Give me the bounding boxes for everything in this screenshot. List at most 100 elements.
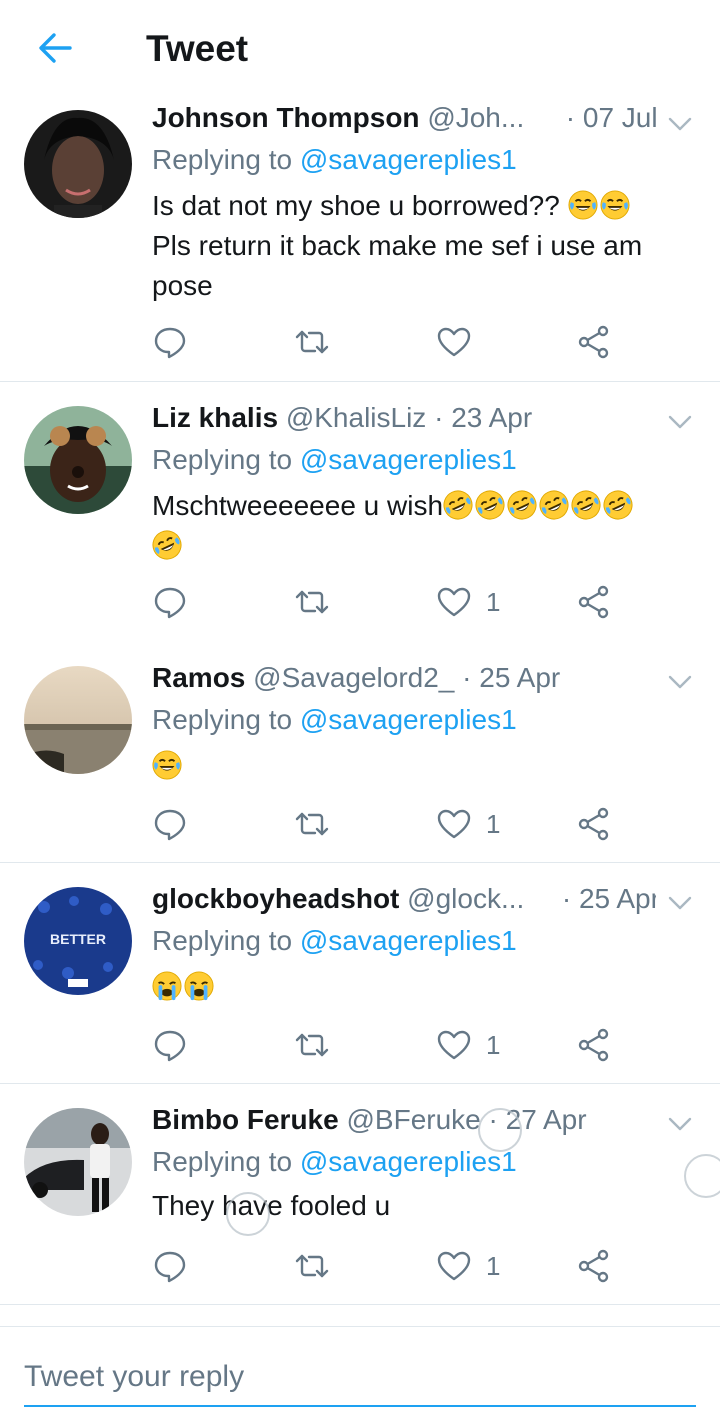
replying-to: Replying to @savagereplies1 — [152, 925, 517, 957]
mention-link[interactable]: @savagereplies1 — [300, 925, 517, 956]
tweet-text-line1: Is dat not my shoe u borrowed?? — [152, 190, 560, 221]
share-icon — [576, 324, 612, 360]
display-name[interactable]: Liz khalis — [152, 402, 278, 433]
reply-icon — [152, 806, 188, 842]
heart-icon — [436, 806, 472, 842]
retweet-button[interactable] — [294, 580, 330, 624]
touch-indicator — [478, 1108, 522, 1152]
avatar[interactable] — [24, 666, 132, 774]
rolling-on-floor-laughing-icon — [443, 490, 473, 520]
display-name[interactable]: glockboyheadshot — [152, 883, 399, 914]
tweet-item[interactable]: Bimbo Feruke @BFeruke · 27 Apr Replying … — [0, 1084, 720, 1305]
avatar[interactable] — [24, 110, 132, 218]
tweet-date: · 25 Apr — [561, 883, 656, 914]
retweet-icon — [294, 806, 330, 842]
like-button[interactable]: 1 — [436, 580, 500, 624]
replying-to: Replying to @savagereplies1 — [152, 444, 517, 476]
top-app-bar: Tweet — [0, 0, 720, 103]
user-handle[interactable]: @BFeruke — [346, 1104, 480, 1135]
replying-to-label: Replying to — [152, 1146, 293, 1177]
tweet-date: · 07 Jul — [565, 102, 656, 133]
mention-link[interactable]: @savagereplies1 — [300, 704, 517, 735]
tweet-actions: 1 — [152, 1023, 632, 1067]
like-button[interactable]: 1 — [436, 1244, 500, 1288]
avatar[interactable]: BETTER — [24, 887, 132, 995]
touch-indicator — [226, 1192, 270, 1236]
loudly-crying-face-icon — [184, 971, 214, 1001]
chevron-down-icon[interactable] — [666, 889, 694, 917]
user-handle[interactable]: @Savagelord2_ — [253, 662, 454, 693]
heart-icon — [436, 324, 472, 360]
tweet-text — [152, 967, 690, 1007]
reply-button[interactable] — [152, 580, 188, 624]
rolling-on-floor-laughing-icon — [603, 490, 633, 520]
rolling-on-floor-laughing-icon — [539, 490, 569, 520]
replying-to-label: Replying to — [152, 144, 293, 175]
retweet-button[interactable] — [294, 1023, 330, 1067]
tweet-text: Mschtweeeeeee u wish — [152, 486, 690, 566]
retweet-button[interactable] — [294, 320, 330, 364]
reply-icon — [152, 584, 188, 620]
retweet-button[interactable] — [294, 1244, 330, 1288]
avatar[interactable] — [24, 1108, 132, 1216]
rolling-on-floor-laughing-icon — [152, 530, 182, 560]
share-icon — [576, 806, 612, 842]
loudly-crying-face-icon — [152, 971, 182, 1001]
share-button[interactable] — [576, 1023, 612, 1067]
reply-composer — [0, 1326, 720, 1419]
reply-button[interactable] — [152, 802, 188, 846]
tweet-actions: 1 — [152, 1244, 632, 1288]
heart-icon — [436, 584, 472, 620]
mention-link[interactable]: @savagereplies1 — [300, 444, 517, 475]
face-with-tears-of-joy-icon — [568, 190, 598, 220]
like-button[interactable]: 1 — [436, 802, 500, 846]
chevron-down-icon[interactable] — [666, 408, 694, 436]
chevron-down-icon[interactable] — [666, 668, 694, 696]
back-button[interactable] — [34, 26, 78, 70]
like-button[interactable]: 1 — [436, 1023, 500, 1067]
heart-icon — [436, 1248, 472, 1284]
display-name[interactable]: Johnson Thompson — [152, 102, 420, 133]
mention-link[interactable]: @savagereplies1 — [300, 144, 517, 175]
chevron-down-icon[interactable] — [666, 1110, 694, 1138]
replying-to-label: Replying to — [152, 704, 293, 735]
user-handle[interactable]: @KhalisLiz — [286, 402, 426, 433]
tweet-item[interactable]: BETTER glockboyheadshot @glock... · 25 A… — [0, 863, 720, 1084]
tweet-item[interactable]: Liz khalis @KhalisLiz · 23 Apr Replying … — [0, 382, 720, 643]
tweet-item[interactable]: Ramos @Savagelord2_ · 25 Apr Replying to… — [0, 642, 720, 863]
tweet-text: Is dat not my shoe u borrowed?? Pls retu… — [152, 186, 690, 306]
retweet-button[interactable] — [294, 802, 330, 846]
tweet-header: glockboyheadshot @glock... · 25 Apr — [152, 883, 656, 919]
replying-to: Replying to @savagereplies1 — [152, 704, 517, 736]
tweet-item[interactable]: Johnson Thompson @Joh... · 07 Jul Replyi… — [0, 102, 720, 382]
display-name[interactable]: Bimbo Feruke — [152, 1104, 339, 1135]
display-name[interactable]: Ramos — [152, 662, 245, 693]
avatar[interactable] — [24, 406, 132, 514]
tweet-header: Johnson Thompson @Joh... · 07 Jul — [152, 102, 656, 138]
touch-indicator — [684, 1154, 720, 1198]
reply-button[interactable] — [152, 1244, 188, 1288]
share-button[interactable] — [576, 1244, 612, 1288]
tweet-text — [152, 746, 690, 786]
face-with-tears-of-joy-icon — [600, 190, 630, 220]
reply-icon — [152, 324, 188, 360]
user-handle[interactable]: @glock... — [407, 883, 524, 914]
tweet-actions: 1 — [152, 802, 632, 846]
reply-button[interactable] — [152, 1023, 188, 1067]
like-button[interactable] — [436, 320, 472, 364]
tweet-date: · 25 Apr — [462, 662, 561, 693]
user-handle[interactable]: @Joh... — [427, 102, 524, 133]
share-button[interactable] — [576, 580, 612, 624]
reply-button[interactable] — [152, 320, 188, 364]
tweet-actions — [152, 320, 632, 364]
tweet-header: Bimbo Feruke @BFeruke · 27 Apr — [152, 1104, 656, 1140]
tweet-header: Liz khalis @KhalisLiz · 23 Apr — [152, 402, 656, 438]
mention-link[interactable]: @savagereplies1 — [300, 1146, 517, 1177]
share-button[interactable] — [576, 320, 612, 364]
tweet-actions: 1 — [152, 580, 632, 624]
like-count: 1 — [486, 586, 501, 617]
page-title: Tweet — [146, 28, 249, 69]
reply-input[interactable] — [24, 1349, 696, 1407]
share-button[interactable] — [576, 802, 612, 846]
chevron-down-icon[interactable] — [666, 110, 694, 138]
